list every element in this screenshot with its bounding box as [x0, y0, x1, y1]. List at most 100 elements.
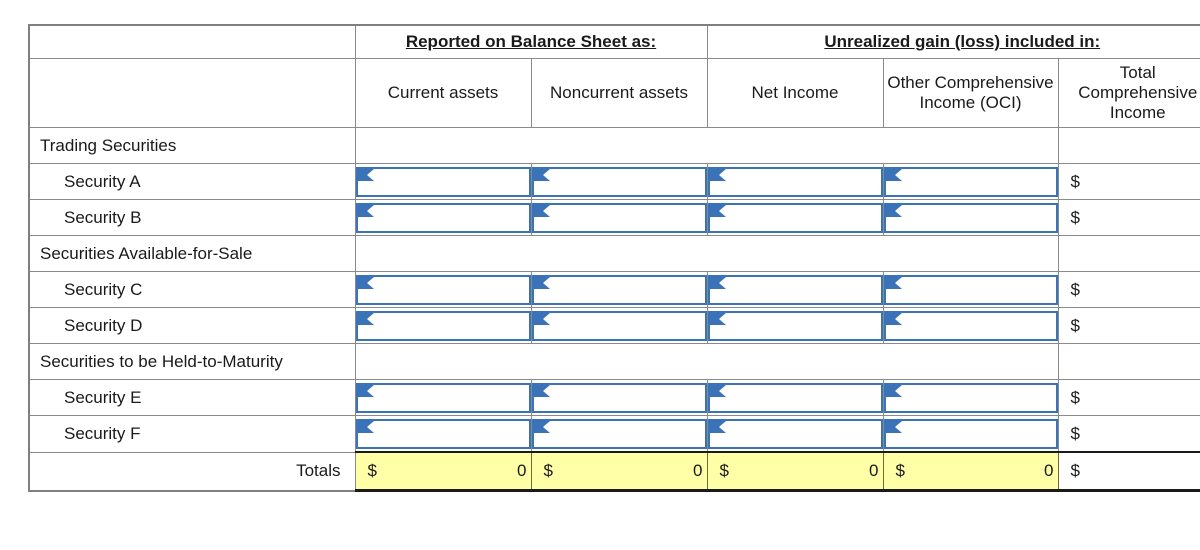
- row-label-security-c: Security C: [28, 271, 356, 308]
- dropdown-input[interactable]: [883, 202, 1058, 233]
- input-cell-noncurrent-assets-security-a[interactable]: [530, 163, 708, 200]
- dropdown-triangle-icon[interactable]: [357, 312, 374, 325]
- dropdown-triangle-icon[interactable]: [533, 168, 550, 181]
- input-cell-noncurrent-assets-security-f[interactable]: [530, 415, 708, 453]
- dropdown-input[interactable]: [707, 310, 883, 341]
- total-cell-security-c: $ 0: [1057, 271, 1200, 308]
- empty-cell: [354, 235, 531, 272]
- dropdown-input[interactable]: [883, 310, 1058, 341]
- dropdown-triangle-icon[interactable]: [357, 420, 374, 433]
- dropdown-input[interactable]: [531, 202, 707, 233]
- dropdown-triangle-icon[interactable]: [709, 384, 726, 397]
- input-cell-oci-security-e[interactable]: [882, 379, 1059, 416]
- dropdown-input[interactable]: [531, 382, 707, 413]
- empty-cell: [883, 343, 1059, 380]
- input-cell-current-assets-security-b[interactable]: [354, 199, 532, 236]
- dropdown-input[interactable]: [355, 418, 531, 449]
- dropdown-triangle-icon[interactable]: [885, 312, 902, 325]
- currency-symbol: $: [1070, 461, 1080, 480]
- input-cell-noncurrent-assets-security-c[interactable]: [530, 271, 708, 308]
- input-cell-net-income-security-e[interactable]: [706, 379, 884, 416]
- dropdown-input[interactable]: [531, 418, 707, 449]
- dropdown-input[interactable]: [883, 166, 1058, 197]
- input-cell-noncurrent-assets-security-d[interactable]: [530, 307, 708, 344]
- input-cell-net-income-security-b[interactable]: [706, 199, 884, 236]
- input-cell-net-income-security-c[interactable]: [706, 271, 884, 308]
- input-cell-current-assets-security-a[interactable]: [354, 163, 532, 200]
- input-cell-oci-security-d[interactable]: [882, 307, 1059, 344]
- input-cell-net-income-security-f[interactable]: [706, 415, 884, 453]
- empty-cell: [531, 235, 707, 272]
- dropdown-input[interactable]: [355, 382, 531, 413]
- dropdown-triangle-icon[interactable]: [357, 168, 374, 181]
- input-cell-oci-security-a[interactable]: [882, 163, 1059, 200]
- currency-symbol: $: [895, 461, 905, 480]
- dropdown-triangle-icon[interactable]: [533, 384, 550, 397]
- dropdown-triangle-icon[interactable]: [533, 312, 550, 325]
- row-label-trading-securities: Trading Securities: [28, 127, 356, 164]
- dropdown-triangle-icon[interactable]: [885, 276, 902, 289]
- dropdown-input[interactable]: [707, 202, 883, 233]
- table-row: Security B $ 0: [28, 199, 1200, 236]
- dropdown-triangle-icon[interactable]: [709, 276, 726, 289]
- dropdown-input[interactable]: [707, 274, 883, 305]
- dropdown-input[interactable]: [707, 418, 883, 449]
- input-cell-oci-security-b[interactable]: [882, 199, 1059, 236]
- dropdown-triangle-icon[interactable]: [885, 384, 902, 397]
- dropdown-input[interactable]: [531, 166, 707, 197]
- dropdown-triangle-icon[interactable]: [709, 420, 726, 433]
- dropdown-triangle-icon[interactable]: [885, 420, 902, 433]
- group-header-balance-sheet-label: Reported on Balance Sheet as:: [405, 32, 657, 51]
- dropdown-triangle-icon[interactable]: [709, 204, 726, 217]
- dropdown-triangle-icon[interactable]: [533, 204, 550, 217]
- input-cell-current-assets-security-c[interactable]: [354, 271, 532, 308]
- column-header-noncurrent-assets: Noncurrent assets: [530, 58, 708, 128]
- dropdown-triangle-icon[interactable]: [885, 204, 902, 217]
- input-cell-current-assets-security-d[interactable]: [354, 307, 532, 344]
- dropdown-triangle-icon[interactable]: [709, 312, 726, 325]
- dropdown-input[interactable]: [883, 418, 1058, 449]
- dropdown-input[interactable]: [707, 382, 883, 413]
- dropdown-triangle-icon[interactable]: [709, 168, 726, 181]
- totals-cell-noncurrent-assets: $ 0: [530, 451, 708, 492]
- column-header-current-assets: Current assets: [354, 58, 532, 128]
- input-cell-current-assets-security-e[interactable]: [354, 379, 532, 416]
- totals-value: 0: [517, 461, 527, 480]
- currency-symbol: $: [367, 461, 377, 480]
- dropdown-input[interactable]: [883, 274, 1058, 305]
- dropdown-input[interactable]: [355, 166, 531, 197]
- dropdown-triangle-icon[interactable]: [357, 204, 374, 217]
- dropdown-input[interactable]: [707, 166, 883, 197]
- dropdown-triangle-icon[interactable]: [885, 168, 902, 181]
- input-cell-net-income-security-a[interactable]: [706, 163, 884, 200]
- dropdown-input[interactable]: [883, 382, 1058, 413]
- dropdown-triangle-icon[interactable]: [357, 384, 374, 397]
- input-cell-net-income-security-d[interactable]: [706, 307, 884, 344]
- dropdown-triangle-icon[interactable]: [357, 276, 374, 289]
- dropdown-input[interactable]: [531, 274, 707, 305]
- dropdown-triangle-icon[interactable]: [533, 420, 550, 433]
- empty-cell: [354, 343, 531, 380]
- empty-cell: [707, 127, 883, 164]
- total-cell-security-d: $ 0: [1057, 307, 1200, 344]
- row-label-securities-held-to-maturity: Securities to be Held-to-Maturity: [28, 343, 356, 380]
- group-header-unrealized-gain: Unrealized gain (loss) included in:: [706, 24, 1200, 59]
- dropdown-input[interactable]: [531, 310, 707, 341]
- empty-cell: [354, 127, 531, 164]
- input-cell-current-assets-security-f[interactable]: [354, 415, 532, 453]
- dropdown-triangle-icon[interactable]: [533, 276, 550, 289]
- table-row: Security D $ 0: [28, 307, 1200, 344]
- input-cell-noncurrent-assets-security-e[interactable]: [530, 379, 708, 416]
- totals-value: 0: [869, 461, 879, 480]
- dropdown-input[interactable]: [355, 310, 531, 341]
- dropdown-input[interactable]: [355, 274, 531, 305]
- input-cell-oci-security-c[interactable]: [882, 271, 1059, 308]
- input-cell-oci-security-f[interactable]: [882, 415, 1059, 453]
- dropdown-input[interactable]: [355, 202, 531, 233]
- column-header-oci: Other Comprehensive Income (OCI): [882, 58, 1059, 128]
- table-row: Security F $ 0: [28, 415, 1200, 453]
- input-cell-noncurrent-assets-security-b[interactable]: [530, 199, 708, 236]
- table-row-section: Securities Available-for-Sale: [28, 235, 1200, 272]
- column-header-blank: [28, 58, 356, 128]
- table-row: Security E $ 0: [28, 379, 1200, 416]
